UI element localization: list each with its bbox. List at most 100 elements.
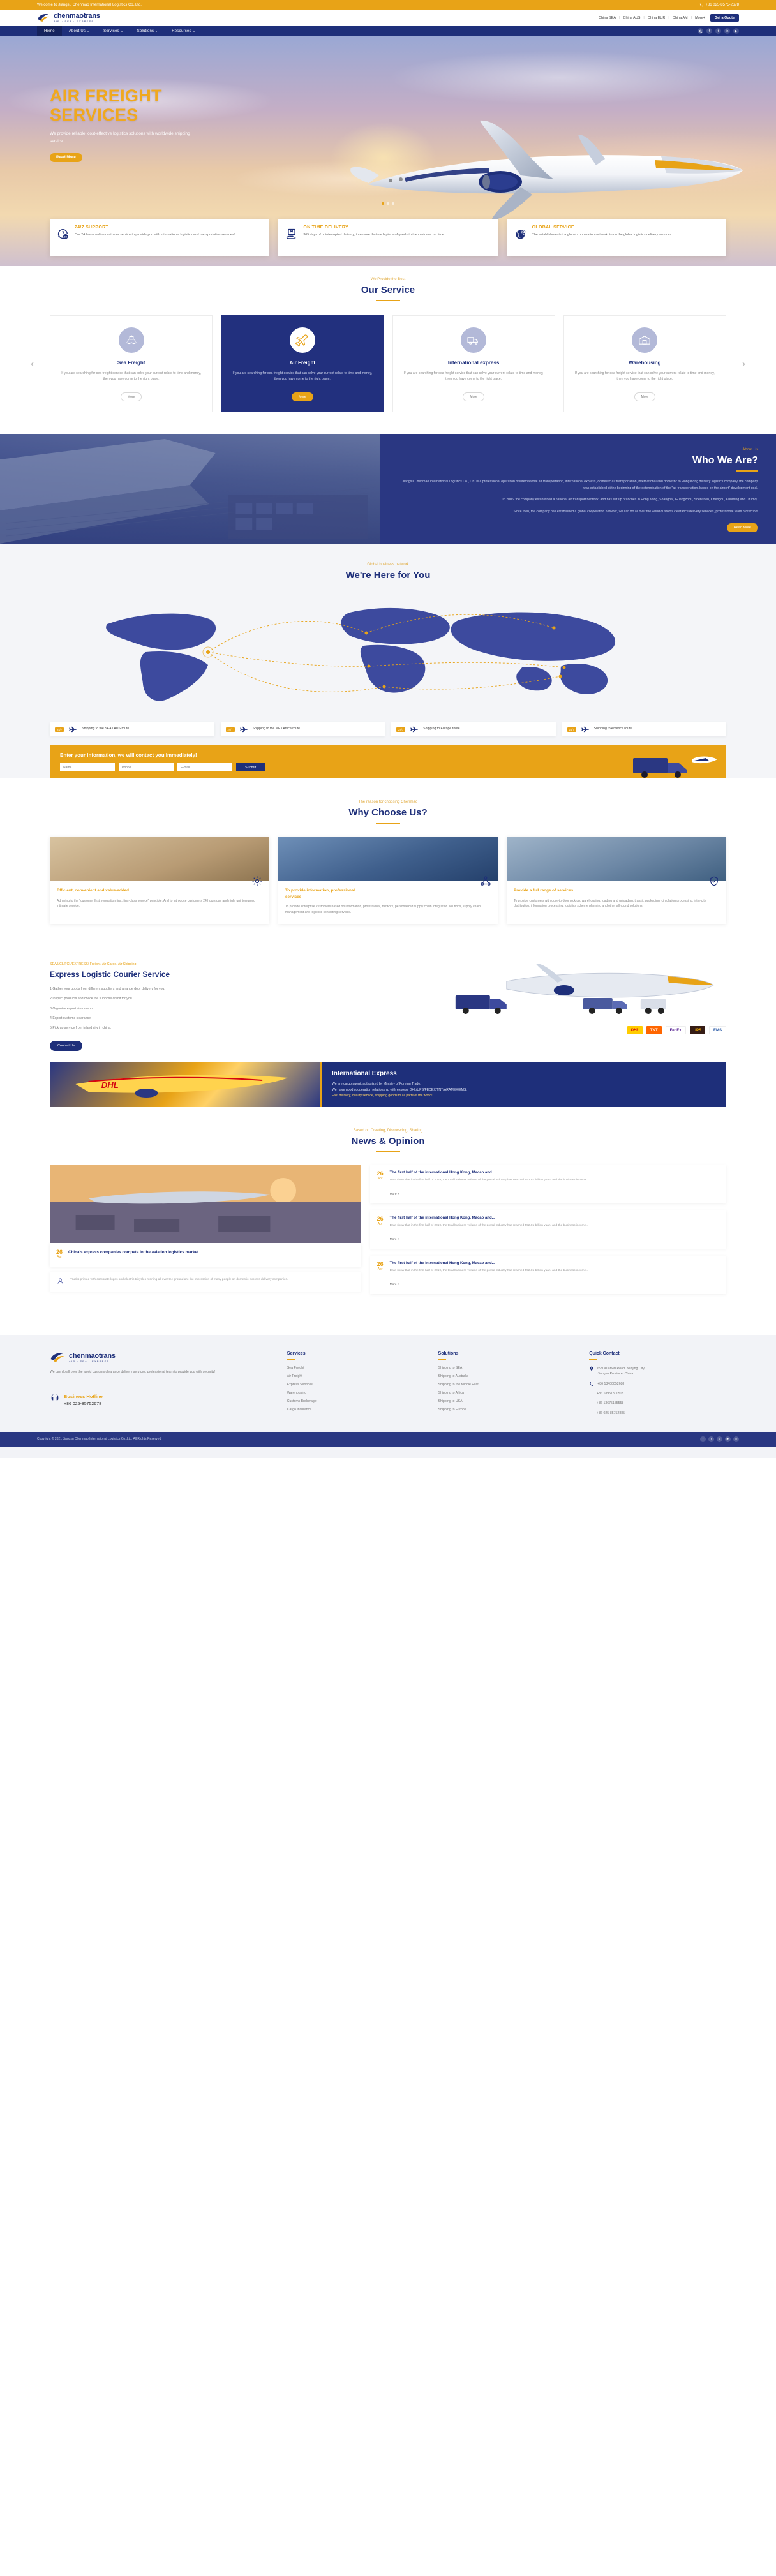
news-list-item[interactable]: 26 Apr The first half of the internation… — [369, 1165, 726, 1203]
route-text: Shipping to the SEA / AUS route — [82, 727, 130, 731]
hero-title-line1: AIR FREIGHT — [50, 86, 162, 105]
featured-news-card[interactable]: 26 Apr China's express companies compete… — [50, 1165, 361, 1294]
cta-name-input[interactable] — [60, 763, 115, 772]
why-card-full-range[interactable]: Provide a full range of services To prov… — [507, 837, 726, 925]
footer-phone-1[interactable]: +86 13400052688 — [589, 1381, 726, 1387]
why-card-efficient[interactable]: Efficient, convenient and value-added Ad… — [50, 837, 269, 925]
footer-link[interactable]: Shipping to Africa — [438, 1391, 576, 1395]
footer-logo[interactable]: chenmaotrans AIR · SEA · EXPRESS — [50, 1351, 273, 1364]
news-item-date: 26 Apr — [377, 1216, 384, 1243]
why-card-title: Provide a full range of services — [514, 888, 574, 893]
service-more-button[interactable]: More — [634, 392, 656, 402]
chevron-down-icon — [192, 30, 195, 32]
route-text: Shipping to the ME / Africa route — [252, 727, 301, 731]
linkedin-icon[interactable]: in — [717, 1436, 722, 1442]
lang-link-more[interactable]: More+ — [695, 16, 705, 20]
facebook-icon[interactable]: f — [700, 1436, 706, 1442]
lang-link-1[interactable]: China AUS — [623, 16, 640, 20]
footer-phone-3[interactable]: +86 13675155558 — [589, 1401, 726, 1406]
news-item-more-link[interactable]: More + — [390, 1238, 399, 1241]
footer-phone-4[interactable]: +86 025-85752885 — [589, 1411, 726, 1416]
route-card-me-africa[interactable]: 24/7 Shipping to the ME / Africa route — [220, 722, 385, 737]
footer-link[interactable]: Shipping to Australia — [438, 1374, 576, 1378]
service-text: If you are searching for sea freight ser… — [403, 371, 544, 382]
footer-link[interactable]: Sea Freight — [287, 1366, 424, 1370]
services-prev-arrow[interactable]: ‹ — [31, 357, 34, 370]
footer-link[interactable]: Express Services — [287, 1383, 424, 1387]
route-card-europe[interactable]: 24/7 Shipping to Europe route — [391, 722, 556, 737]
service-card-sea-freight[interactable]: Sea Freight If you are searching for sea… — [50, 315, 213, 413]
youtube-icon[interactable]: ▶ — [725, 1436, 731, 1442]
footer-link[interactable]: Warehousing — [287, 1391, 424, 1395]
site-footer: chenmaotrans AIR · SEA · EXPRESS We can … — [0, 1335, 776, 1458]
footer-link[interactable]: Shipping to the Middle East — [438, 1383, 576, 1387]
hero-dot-1[interactable] — [382, 202, 384, 205]
phone-call-icon — [589, 1381, 594, 1387]
service-text: If you are searching for sea freight ser… — [574, 371, 715, 382]
facebook-icon[interactable]: f — [706, 28, 712, 34]
express-contact-us-button[interactable]: Contact Us — [50, 1040, 83, 1051]
nav-item-solutions[interactable]: Solutions — [130, 26, 165, 36]
news-item-more-link[interactable]: More + — [390, 1283, 399, 1286]
intl-title: International Express — [332, 1069, 397, 1077]
lang-link-2[interactable]: China EUR — [648, 16, 666, 20]
cta-submit-button[interactable]: Submit — [236, 763, 265, 772]
service-more-button[interactable]: More — [292, 392, 313, 402]
instagram-icon[interactable]: ◎ — [733, 1436, 739, 1442]
footer-link[interactable]: Air Freight — [287, 1374, 424, 1378]
world-map — [50, 591, 726, 718]
footer-link[interactable]: Cargo Insurance — [287, 1408, 424, 1411]
service-card-warehousing[interactable]: Warehousing If you are searching for sea… — [563, 315, 726, 413]
hero-dot-3[interactable] — [392, 202, 394, 205]
footer-link[interactable]: Shipping to Europe — [438, 1408, 576, 1411]
feature-card-support[interactable]: 7 24 24/7 SUPPORT Our 24 hours online cu… — [50, 219, 269, 256]
lang-sep: | — [643, 16, 645, 20]
airplane-route-icon — [410, 726, 419, 733]
route-card-sea-aus[interactable]: 24/7 Shipping to the SEA / AUS route — [50, 722, 214, 737]
nav-label: Home — [44, 29, 55, 33]
search-icon[interactable] — [698, 28, 703, 34]
news-month: Apr — [57, 1254, 62, 1259]
footer-link[interactable]: Shipping to SEA — [438, 1366, 576, 1370]
section-title: Our Service — [361, 285, 415, 295]
feature-card-delivery[interactable]: ON TIME DELIVERY 365 days of uninterrupt… — [278, 219, 498, 256]
footer-link[interactable]: Shipping to USA — [438, 1399, 576, 1403]
cta-email-input[interactable] — [177, 763, 232, 772]
top-phone[interactable]: +86 025-8575-2678 — [699, 3, 739, 7]
service-card-air-freight[interactable]: Air Freight If you are searching for sea… — [221, 315, 384, 413]
hero-dot-2[interactable] — [387, 202, 389, 205]
why-card-information[interactable]: To provide information, professional ser… — [278, 837, 498, 925]
nav-label: Resources — [172, 29, 191, 33]
feature-card-global[interactable]: GLOBAL SERVICE The establishment of a gl… — [507, 219, 726, 256]
footer-hotline[interactable]: Business Hotline +86 025-85752678 — [50, 1389, 273, 1408]
news-list-item[interactable]: 26 Apr The first half of the internation… — [369, 1255, 726, 1295]
service-card-international-express[interactable]: International express If you are searchi… — [392, 315, 555, 413]
linkedin-icon[interactable]: in — [724, 28, 730, 34]
twitter-icon[interactable]: t — [708, 1436, 714, 1442]
who-rule — [736, 470, 758, 472]
route-card-america[interactable]: 24/7 Shipping to America route — [562, 722, 726, 737]
services-next-arrow[interactable]: › — [742, 357, 745, 370]
service-more-button[interactable]: More — [120, 392, 142, 402]
hero-read-more-button[interactable]: Read More — [50, 153, 82, 162]
youtube-icon[interactable]: ▶ — [733, 28, 739, 34]
who-read-more-button[interactable]: Read More — [726, 523, 758, 532]
logo[interactable]: chenmaotrans AIR · SEA · EXPRESS — [37, 13, 100, 23]
hero-slider-dots[interactable] — [382, 202, 394, 205]
service-more-button[interactable]: More — [463, 392, 484, 402]
nav-item-resources[interactable]: Resources — [165, 26, 202, 36]
lang-link-0[interactable]: China SEA — [599, 16, 616, 20]
nav-item-home[interactable]: Home — [37, 26, 62, 36]
nav-item-about-us[interactable]: About Us — [62, 26, 96, 36]
hero-title: AIR FREIGHT SERVICES — [50, 86, 726, 124]
lang-link-3[interactable]: China AM — [673, 16, 688, 20]
delivery-box-icon — [285, 228, 298, 241]
news-list-item[interactable]: 26 Apr The first half of the internation… — [369, 1210, 726, 1249]
nav-item-services[interactable]: Services — [96, 26, 130, 36]
cta-phone-input[interactable] — [119, 763, 174, 772]
twitter-icon[interactable]: t — [715, 28, 721, 34]
footer-phone-2[interactable]: +86 18951800518 — [589, 1391, 726, 1396]
news-item-more-link[interactable]: More + — [390, 1193, 399, 1196]
get-a-quote-button[interactable]: Get a Quote — [710, 14, 739, 22]
footer-link[interactable]: Customs Brokerage — [287, 1399, 424, 1403]
